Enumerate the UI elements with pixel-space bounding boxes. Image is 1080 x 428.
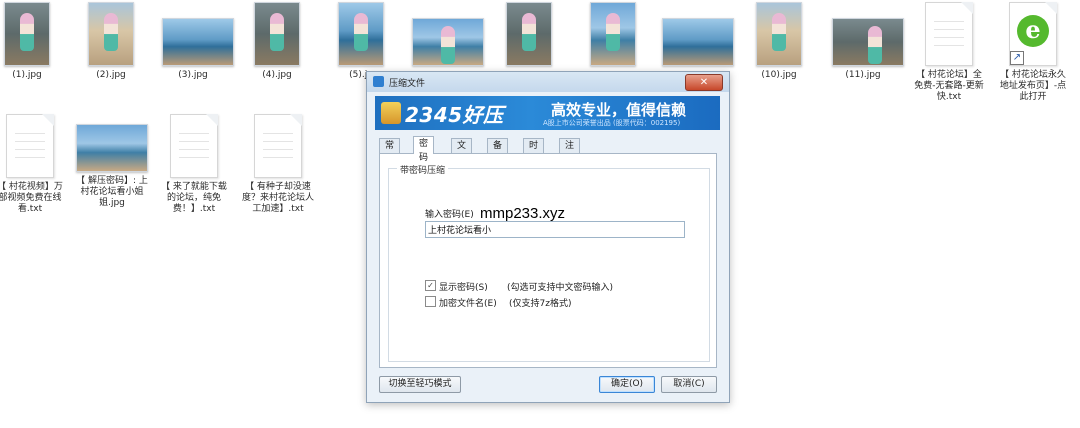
text-file-icon bbox=[170, 114, 218, 178]
text-file-icon bbox=[254, 114, 302, 178]
file-txt-seed[interactable]: 【 有种子却没速度？来村花论坛人工加速】.txt bbox=[242, 114, 314, 215]
file-name: 【 村花论坛】全免费-无套路-更新快.txt bbox=[914, 70, 984, 102]
photo-thumbnail bbox=[162, 18, 234, 66]
file-txt-free[interactable]: 【 村花论坛】全免费-无套路-更新快.txt bbox=[914, 2, 984, 103]
file-8[interactable] bbox=[582, 2, 644, 70]
show-password-checkbox[interactable]: ✓ bbox=[425, 280, 436, 291]
brand-subline: A股上市公司荣誉出品 (股票代码：002195) bbox=[543, 119, 681, 127]
file-4[interactable]: (4).jpg bbox=[246, 2, 308, 81]
file-6[interactable] bbox=[412, 2, 484, 70]
tab-password[interactable]: 密码 bbox=[413, 136, 435, 163]
password-value: 上村花论坛看小 bbox=[428, 226, 492, 236]
photo-thumbnail bbox=[590, 2, 636, 66]
file-1[interactable]: (1).jpg bbox=[0, 2, 58, 81]
file-7[interactable] bbox=[498, 2, 560, 70]
file-11[interactable]: (11).jpg bbox=[832, 2, 904, 81]
tab-comment[interactable]: 注释 bbox=[559, 138, 581, 165]
switch-mode-button[interactable]: 切换至轻巧模式 bbox=[379, 376, 461, 393]
browser-e-icon: e bbox=[1017, 15, 1049, 47]
file-name: (1).jpg bbox=[12, 70, 42, 80]
file-txt-download[interactable]: 【 来了就能下载的论坛，纯免费！】.txt bbox=[158, 114, 230, 215]
file-name: 【 解压密码】: 上村花论坛看小姐姐.jpg bbox=[76, 176, 148, 208]
file-10[interactable]: (10).jpg bbox=[748, 2, 810, 81]
tab-time[interactable]: 时间 bbox=[523, 138, 545, 165]
password-input[interactable]: 上村花论坛看小 bbox=[425, 221, 685, 238]
file-2[interactable]: (2).jpg bbox=[80, 2, 142, 81]
encrypt-filenames-hint: (仅支持7z格式) bbox=[509, 299, 572, 309]
photo-thumbnail bbox=[506, 2, 552, 66]
file-name: (10).jpg bbox=[761, 70, 797, 80]
text-file-icon bbox=[6, 114, 54, 178]
file-name: (3).jpg bbox=[178, 70, 208, 80]
file-shortcut-link[interactable]: e ↗ 【 村花论坛永久地址发布页】-点此打开 bbox=[998, 2, 1068, 103]
photo-thumbnail bbox=[4, 2, 50, 66]
password-panel: 带密码压缩 输入密码(E) 上村花论坛看小 ✓ 显示密码(S) (勾选可支持中文… bbox=[379, 153, 717, 368]
photo-thumbnail bbox=[832, 18, 904, 66]
file-password-jpg[interactable]: 【 解压密码】: 上村花论坛看小姐姐.jpg bbox=[76, 124, 148, 209]
photo-thumbnail bbox=[756, 2, 802, 66]
photo-thumbnail bbox=[88, 2, 134, 66]
close-button[interactable]: ✕ bbox=[685, 74, 723, 91]
file-name: 【 有种子却没速度？来村花论坛人工加速】.txt bbox=[242, 182, 315, 214]
file-name: (11).jpg bbox=[845, 70, 881, 80]
overlay-watermark-text: mmp233.xyz bbox=[480, 205, 566, 222]
dialog-title: 压缩文件 bbox=[389, 79, 426, 89]
photo-thumbnail bbox=[76, 124, 148, 172]
brand-banner: 2345好压 高效专业，值得信赖 A股上市公司荣誉出品 (股票代码：002195… bbox=[375, 96, 720, 130]
file-9[interactable] bbox=[662, 2, 734, 70]
file-5[interactable]: (5).jp bbox=[330, 2, 392, 81]
dialog-titlebar[interactable]: 压缩文件 ✕ bbox=[367, 72, 729, 92]
brand-slogan: 高效专业，值得信赖 bbox=[551, 101, 687, 119]
file-name: (4).jpg bbox=[262, 70, 292, 80]
photo-thumbnail bbox=[662, 18, 734, 66]
show-password-label: 显示密码(S) bbox=[439, 283, 488, 293]
encrypt-filenames-checkbox[interactable] bbox=[425, 296, 436, 307]
compress-dialog: 压缩文件 ✕ 2345好压 高效专业，值得信赖 A股上市公司荣誉出品 (股票代码… bbox=[366, 71, 730, 403]
show-password-hint: (勾选可支持中文密码输入) bbox=[507, 283, 614, 293]
cancel-button[interactable]: 取消(C) bbox=[661, 376, 717, 393]
file-name: 【 村花视频】万部视频免费在线看.txt bbox=[0, 182, 63, 214]
tab-general[interactable]: 常规 bbox=[379, 138, 401, 165]
file-3[interactable]: (3).jpg bbox=[162, 2, 234, 81]
brand-name: 2345好压 bbox=[405, 103, 504, 127]
file-name: 【 来了就能下载的论坛，纯免费！】.txt bbox=[161, 182, 227, 214]
text-file-icon bbox=[925, 2, 973, 66]
encrypt-filenames-label: 加密文件名(E) bbox=[439, 299, 497, 309]
tab-files[interactable]: 文件 bbox=[451, 138, 473, 165]
file-name: (2).jpg bbox=[96, 70, 126, 80]
tab-backup[interactable]: 备注 bbox=[487, 138, 509, 165]
shortcut-arrow-icon: ↗ bbox=[1010, 51, 1024, 65]
photo-thumbnail bbox=[412, 18, 484, 66]
password-group: 带密码压缩 输入密码(E) 上村花论坛看小 ✓ 显示密码(S) (勾选可支持中文… bbox=[388, 163, 710, 362]
photo-thumbnail bbox=[254, 2, 300, 66]
ok-button[interactable]: 确定(O) bbox=[599, 376, 655, 393]
text-file-icon: e ↗ bbox=[1009, 2, 1057, 66]
file-name: 【 村花论坛永久地址发布页】-点此打开 bbox=[999, 70, 1067, 102]
archive-logo-icon bbox=[381, 102, 401, 124]
file-txt-video[interactable]: 【 村花视频】万部视频免费在线看.txt bbox=[0, 114, 66, 215]
app-icon bbox=[373, 76, 384, 87]
photo-thumbnail bbox=[338, 2, 384, 66]
password-label: 输入密码(E) bbox=[425, 210, 474, 220]
